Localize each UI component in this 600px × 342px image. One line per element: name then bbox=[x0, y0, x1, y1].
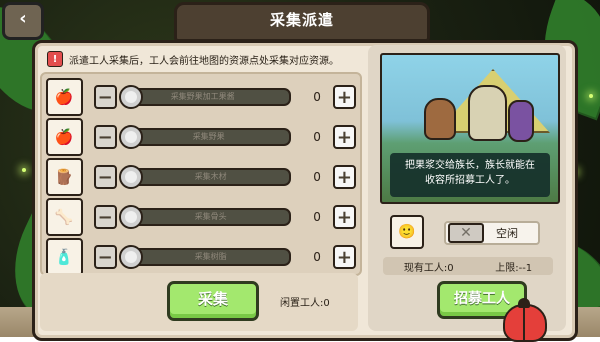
slider-knob[interactable] bbox=[118, 245, 143, 269]
notice-text: 派遣工人采集后，工人会前往地图的资源点处采集对应资源。 bbox=[69, 55, 339, 67]
worker-limit: 上限:--1 bbox=[495, 262, 533, 274]
worker-slider[interactable]: 采集野果 bbox=[118, 125, 292, 149]
worker-slider[interactable]: 采集野果加工果酱 bbox=[118, 85, 292, 109]
firefly bbox=[589, 94, 593, 98]
minus-button[interactable]: − bbox=[93, 165, 117, 189]
resource-list: 🍎 − 采集野果加工果酱 0 + 🍎 − 采集野果 0 + 🪵 − 采集木材 0… bbox=[40, 72, 362, 276]
slider-knob[interactable] bbox=[118, 85, 143, 109]
resource-label: 采集骨头 bbox=[194, 212, 227, 221]
apple-icon: 🍎 bbox=[46, 118, 83, 156]
apple-icon: 🍎 bbox=[46, 78, 83, 116]
resource-row-wood: 🪵 − 采集木材 0 + bbox=[46, 158, 356, 196]
tribe-character bbox=[508, 100, 534, 142]
recruit-panel: 把果浆交给族长，族长就能在 收容所招募工人了。 🙂 ✕ 空闲 现有工人:0 上限… bbox=[368, 45, 566, 331]
resource-label: 采集树脂 bbox=[194, 252, 227, 261]
resource-row-resin: 🧴 − 采集树脂 0 + bbox=[46, 238, 356, 276]
tribe-scene: 把果浆交给族长，族长就能在 收容所招募工人了。 bbox=[380, 53, 560, 204]
slot-status-text: 空闲 bbox=[496, 227, 518, 240]
plus-button[interactable]: + bbox=[332, 165, 356, 189]
resource-row-fruit: 🍎 − 采集野果 0 + bbox=[46, 118, 356, 156]
plus-button[interactable]: + bbox=[332, 205, 356, 229]
slider-knob[interactable] bbox=[118, 205, 143, 229]
window-title-text: 采集派遣 bbox=[269, 11, 334, 29]
scene-message: 把果浆交给族长，族长就能在 收容所招募工人了。 bbox=[390, 153, 550, 197]
bone-icon: 🦴 bbox=[46, 198, 83, 236]
collect-button[interactable]: 采集 bbox=[167, 281, 259, 321]
minus-button[interactable]: − bbox=[93, 125, 117, 149]
notice: ! 派遣工人采集后，工人会前往地图的资源点处采集对应资源。 bbox=[47, 48, 377, 70]
current-workers: 现有工人:0 bbox=[403, 262, 454, 274]
close-icon[interactable]: ✕ bbox=[448, 223, 484, 243]
worker-slider[interactable]: 采集木材 bbox=[118, 165, 292, 189]
scene-message-text: 把果浆交给族长，族长就能在 收容所招募工人了。 bbox=[405, 160, 535, 186]
plus-button[interactable]: + bbox=[332, 245, 356, 269]
worker-slot-icon: 🙂 bbox=[390, 215, 424, 249]
resource-label: 采集木材 bbox=[194, 172, 227, 181]
worker-count: 0 bbox=[313, 90, 321, 104]
worker-slider[interactable]: 采集骨头 bbox=[118, 205, 292, 229]
plus-button[interactable]: + bbox=[332, 125, 356, 149]
minus-button[interactable]: − bbox=[93, 205, 117, 229]
chief-character bbox=[468, 85, 507, 141]
plus-button[interactable]: + bbox=[332, 85, 356, 109]
worker-count: 0 bbox=[313, 130, 321, 144]
resource-row-jam: 🍎 − 采集野果加工果酱 0 + bbox=[46, 78, 356, 116]
firefly bbox=[22, 168, 26, 172]
slider-knob[interactable] bbox=[118, 165, 143, 189]
recruit-button-label: 招募工人 bbox=[454, 291, 510, 307]
back-arrow-icon: ‹ bbox=[19, 8, 27, 29]
warning-icon: ! bbox=[47, 51, 63, 67]
resource-label: 采集野果 bbox=[192, 132, 225, 141]
slider-knob[interactable] bbox=[118, 125, 143, 149]
collect-button-label: 采集 bbox=[197, 290, 228, 308]
minus-button[interactable]: − bbox=[93, 85, 117, 109]
back-button[interactable]: ‹ bbox=[2, 2, 44, 40]
worker-character bbox=[424, 98, 456, 140]
resource-label: 采集野果加工果酱 bbox=[170, 92, 235, 101]
minus-button[interactable]: − bbox=[93, 245, 117, 269]
bottom-controls: 采集 闲置工人:0 bbox=[40, 273, 358, 331]
worker-count: 0 bbox=[313, 250, 321, 264]
window-title: 采集派遣 bbox=[174, 2, 430, 42]
idle-workers-label: 闲置工人:0 bbox=[280, 298, 330, 309]
worker-slider[interactable]: 采集树脂 bbox=[118, 245, 292, 269]
resin-icon: 🧴 bbox=[46, 238, 83, 276]
resource-row-bone: 🦴 − 采集骨头 0 + bbox=[46, 198, 356, 236]
worker-count: 0 bbox=[313, 210, 321, 224]
worker-count: 0 bbox=[313, 170, 321, 184]
worker-stats: 现有工人:0 上限:--1 bbox=[383, 257, 553, 275]
worker-slot-status: ✕ 空闲 bbox=[444, 221, 540, 245]
wood-icon: 🪵 bbox=[46, 158, 83, 196]
ladybug-decoration bbox=[503, 298, 547, 342]
